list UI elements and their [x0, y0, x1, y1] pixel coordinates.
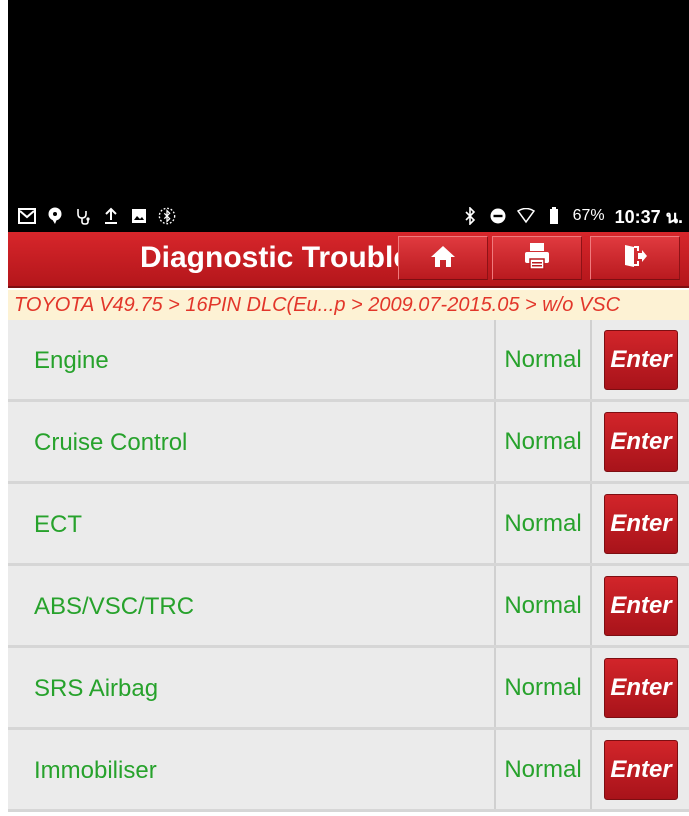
list-item: SRS Airbag Normal Enter [8, 648, 689, 730]
print-button[interactable] [492, 236, 582, 280]
list-item: ECT Normal Enter [8, 484, 689, 566]
system-name: ECT [34, 511, 82, 538]
system-status: Normal [494, 566, 592, 645]
system-status: Normal [494, 648, 592, 727]
enter-button[interactable]: Enter [604, 494, 678, 554]
enter-button[interactable]: Enter [604, 658, 678, 718]
system-name: Cruise Control [34, 429, 188, 456]
upload-icon [102, 207, 120, 225]
bluetooth-circle-icon [158, 207, 176, 225]
list-item: ABS/VSC/TRC Normal Enter [8, 566, 689, 648]
black-top-area [8, 0, 689, 232]
do-not-disturb-icon [489, 207, 507, 225]
enter-button[interactable]: Enter [604, 740, 678, 800]
status-bar-left [18, 207, 176, 225]
home-button[interactable] [398, 236, 488, 280]
print-icon [523, 242, 551, 275]
system-name: Immobiliser [34, 757, 157, 784]
enter-button[interactable]: Enter [604, 412, 678, 472]
enter-button[interactable]: Enter [604, 576, 678, 636]
system-name: SRS Airbag [34, 675, 159, 702]
system-name: Engine [34, 347, 109, 374]
system-list: Engine Normal Enter Cruise Control Norma… [8, 320, 689, 812]
clock-time: 10:37 น. [614, 206, 683, 227]
bluetooth-icon [461, 207, 479, 225]
enter-button[interactable]: Enter [604, 330, 678, 390]
home-icon [430, 244, 456, 273]
battery-icon [545, 207, 563, 225]
stethoscope-icon [74, 207, 92, 225]
exit-icon [622, 243, 648, 274]
battery-percent: 67% [572, 207, 605, 224]
list-item: Immobiliser Normal Enter [8, 730, 689, 812]
system-name: ABS/VSC/TRC [34, 593, 195, 620]
list-item: Cruise Control Normal Enter [8, 402, 689, 484]
exit-button[interactable] [590, 236, 680, 280]
image-icon [130, 207, 148, 225]
system-status: Normal [494, 320, 592, 399]
status-bar: 67% 10:37 น. [8, 200, 689, 232]
system-status: Normal [494, 402, 592, 481]
list-item: Engine Normal Enter [8, 320, 689, 402]
title-bar: Diagnostic Trouble Code [8, 232, 689, 288]
system-status: Normal [494, 484, 592, 563]
wifi-icon [516, 207, 535, 225]
system-status: Normal [494, 730, 592, 809]
breadcrumb: TOYOTA V49.75 > 16PIN DLC(Eu...p > 2009.… [8, 290, 689, 320]
mail-icon [18, 207, 36, 225]
status-bar-right: 67% 10:37 น. [461, 202, 683, 231]
chat-icon [46, 207, 64, 225]
page-title: Diagnostic Trouble Code [140, 241, 400, 274]
